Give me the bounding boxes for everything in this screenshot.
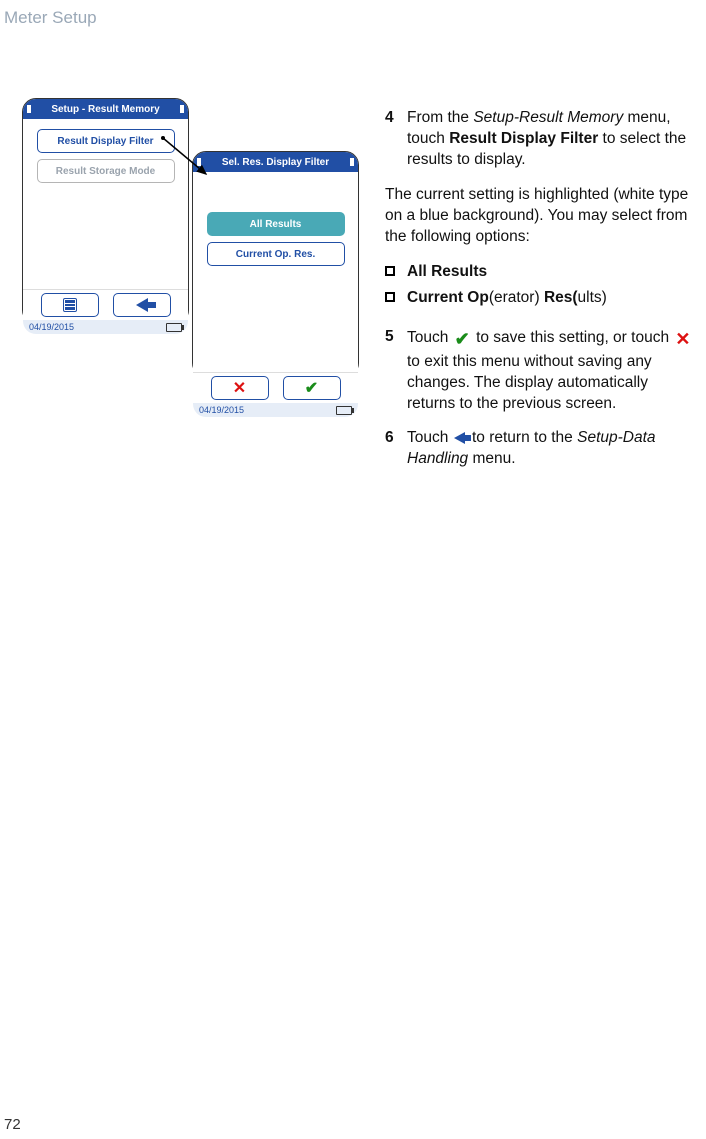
step-number: 5 [385,327,407,414]
battery-icon [336,406,352,415]
check-icon: ✔ [305,378,318,398]
device-screen-sel-res-display-filter: Sel. Res. Display Filter All Results Cur… [192,151,359,377]
cross-icon: ✕ [233,378,246,398]
status-bar: 04/19/2015 [23,320,188,334]
page-header: Meter Setup [4,8,97,28]
status-date: 04/19/2015 [199,405,244,415]
instruction-column: 4 From the Setup-Result Memory menu, tou… [385,108,695,484]
menu-item-label: Result Display Filter [57,136,153,147]
step-5: 5 Touch ✔ to save this setting, or touch… [385,327,695,414]
device-title-bar: Setup - Result Memory [23,99,188,119]
option-all-results[interactable]: All Results [207,212,345,236]
option-current-op-res[interactable]: Current Op. Res. [207,242,345,266]
option-all-results-text: All Results [385,262,695,283]
step-text: From the Setup-Result Memory menu, touch… [407,108,695,171]
back-button[interactable] [113,293,171,317]
page-number: 72 [4,1116,21,1133]
menu-item-result-storage-mode[interactable]: Result Storage Mode [37,159,175,183]
device-title: Setup - Result Memory [51,104,159,115]
step-6: 6 Touch to return to the Setup-Data Hand… [385,428,695,470]
arrow-left-icon [454,432,465,444]
step-4: 4 From the Setup-Result Memory menu, tou… [385,108,695,171]
option-current-op-res-text: Current Op(erator) Res(ults) [385,288,695,309]
options-list: All Results Current Op(erator) Res(ults) [385,262,695,310]
device-screen-setup-result-memory: Setup - Result Memory Result Display Fil… [22,98,189,324]
cross-icon: ✕ [675,327,690,351]
step-number: 6 [385,428,407,470]
cancel-button[interactable]: ✕ [211,376,269,400]
device-title-bar: Sel. Res. Display Filter [193,152,358,172]
action-row: ✕ ✔ [193,372,358,403]
list-button[interactable] [41,293,99,317]
confirm-button[interactable]: ✔ [283,376,341,400]
option-label: Current Op. Res. [236,249,315,260]
option-label: All Results [250,219,302,230]
device-title: Sel. Res. Display Filter [222,157,329,168]
step-number: 4 [385,108,407,171]
options-intro: The current setting is highlighted (whit… [385,185,695,248]
device-body: All Results Current Op. Res. [193,172,358,372]
menu-item-result-display-filter[interactable]: Result Display Filter [37,129,175,153]
list-icon [63,298,77,312]
status-date: 04/19/2015 [29,322,74,332]
menu-item-label: Result Storage Mode [56,166,155,177]
action-row [23,289,188,320]
arrow-left-icon [136,298,148,312]
battery-icon [166,323,182,332]
check-icon: ✔ [455,327,470,351]
step-text: Touch ✔ to save this setting, or touch ✕… [407,327,695,414]
device-body: Result Display Filter Result Storage Mod… [23,119,188,289]
status-bar: 04/19/2015 [193,403,358,417]
step-text: Touch to return to the Setup-Data Handli… [407,428,695,470]
